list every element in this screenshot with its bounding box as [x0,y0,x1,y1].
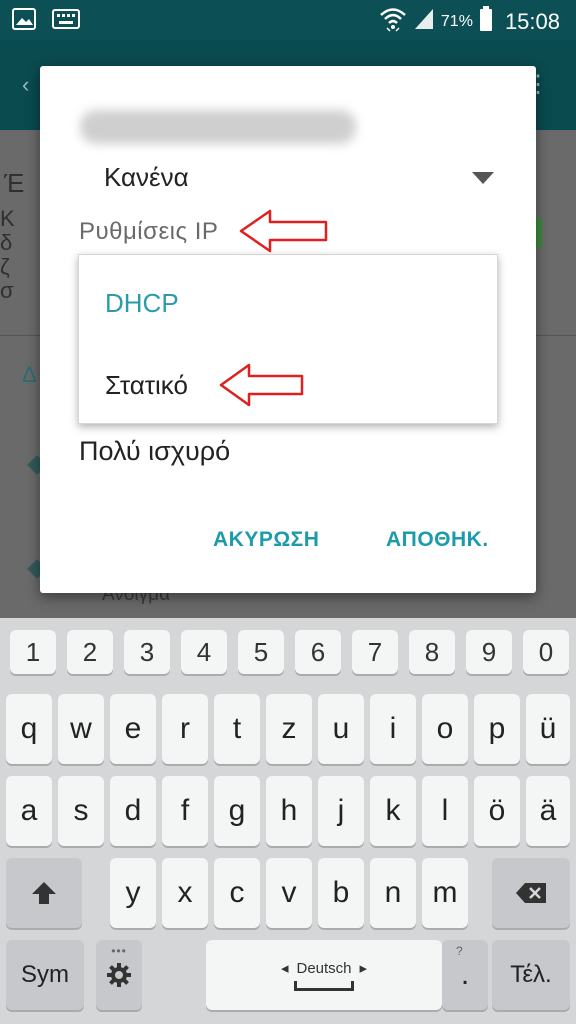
key-g[interactable]: g [214,776,260,846]
chevron-left-icon: ◂ [280,960,289,977]
period-key[interactable]: ? . [442,940,488,1010]
background-text-fragment: Έ [4,168,25,198]
key-o-umlaut[interactable]: ö [474,776,520,846]
key-4[interactable]: 4 [181,630,227,674]
key-e[interactable]: e [110,694,156,764]
dropdown-option-static[interactable]: Στατικό [105,370,188,401]
wifi-icon [379,6,407,38]
key-q[interactable]: q [6,694,52,764]
key-w[interactable]: w [58,694,104,764]
key-6[interactable]: 6 [295,630,341,674]
key-8[interactable]: 8 [409,630,455,674]
key-z[interactable]: z [266,694,312,764]
backspace-icon [516,883,546,903]
gear-icon [107,963,131,987]
key-o[interactable]: o [422,694,468,764]
dropdown-arrow-icon[interactable] [472,172,494,184]
period-hint: ? [456,944,464,958]
key-n[interactable]: n [370,858,416,928]
background-text-fragment: ζ [0,254,10,279]
more-dots-icon: ••• [111,944,127,958]
proxy-spinner-value[interactable]: Κανένα [104,162,189,193]
cancel-button[interactable]: ΑΚΥΡΩΣΗ [213,528,319,552]
shift-key[interactable] [6,858,82,928]
space-bar-icon [294,981,354,991]
clock: 15:08 [504,9,560,34]
key-f[interactable]: f [162,776,208,846]
key-c[interactable]: c [214,858,260,928]
key-2[interactable]: 2 [67,630,113,674]
background-text-fragment: σ [0,278,14,303]
key-5[interactable]: 5 [238,630,284,674]
language-switch: ◂ Deutsch ▸ [280,959,368,978]
on-screen-keyboard: 1 2 3 4 5 6 7 8 9 0 q w e r t z u i o p … [0,618,576,1024]
key-3[interactable]: 3 [124,630,170,674]
key-l[interactable]: l [422,776,468,846]
key-r[interactable]: r [162,694,208,764]
key-t[interactable]: t [214,694,260,764]
key-0[interactable]: 0 [523,630,569,674]
key-u[interactable]: u [318,694,364,764]
dialog-title-blurred [80,110,356,144]
security-strength-value: Πολύ ισχυρό [79,436,231,466]
background-text-fragment: Κ [0,206,15,231]
key-m[interactable]: m [422,858,468,928]
dropdown-option-dhcp[interactable]: DHCP [105,288,179,319]
key-7[interactable]: 7 [352,630,398,674]
period-label: . [460,958,470,991]
background-text-fragment: δ [0,230,13,255]
save-button[interactable]: ΑΠΟΘΗΚ. [386,528,489,552]
language-label: Deutsch [296,959,352,977]
done-key[interactable]: Τέλ. [492,940,570,1010]
key-a[interactable]: a [6,776,52,846]
space-key[interactable]: ◂ Deutsch ▸ [206,940,442,1010]
chevron-right-icon: ▸ [359,960,368,977]
key-p[interactable]: p [474,694,520,764]
annotation-arrow-icon [239,209,328,253]
key-b[interactable]: b [318,858,364,928]
key-v[interactable]: v [266,858,312,928]
settings-key[interactable]: ••• [96,940,142,1010]
key-k[interactable]: k [370,776,416,846]
status-bar: 71% 15:08 [0,0,576,40]
gallery-icon [12,8,38,32]
keyboard-icon [52,8,80,32]
shift-arrow-icon [32,882,56,904]
battery-percent: 71% [440,13,473,30]
battery-icon [479,6,493,38]
ip-settings-label: Ρυθμίσεις IP [79,218,219,245]
key-s[interactable]: s [58,776,104,846]
signal-icon [413,7,435,37]
key-1[interactable]: 1 [10,630,56,674]
key-d[interactable]: d [110,776,156,846]
key-u-umlaut[interactable]: ü [526,694,570,764]
key-a-umlaut[interactable]: ä [526,776,570,846]
key-y[interactable]: y [110,858,156,928]
background-text-fragment: Δ [22,362,37,387]
key-i[interactable]: i [370,694,416,764]
key-x[interactable]: x [162,858,208,928]
sym-key[interactable]: Sym [6,940,84,1010]
key-j[interactable]: j [318,776,364,846]
key-9[interactable]: 9 [466,630,512,674]
key-h[interactable]: h [266,776,312,846]
annotation-arrow-icon [219,363,304,407]
backspace-key[interactable] [492,858,570,928]
back-arrow-icon: ‹ [22,72,30,97]
